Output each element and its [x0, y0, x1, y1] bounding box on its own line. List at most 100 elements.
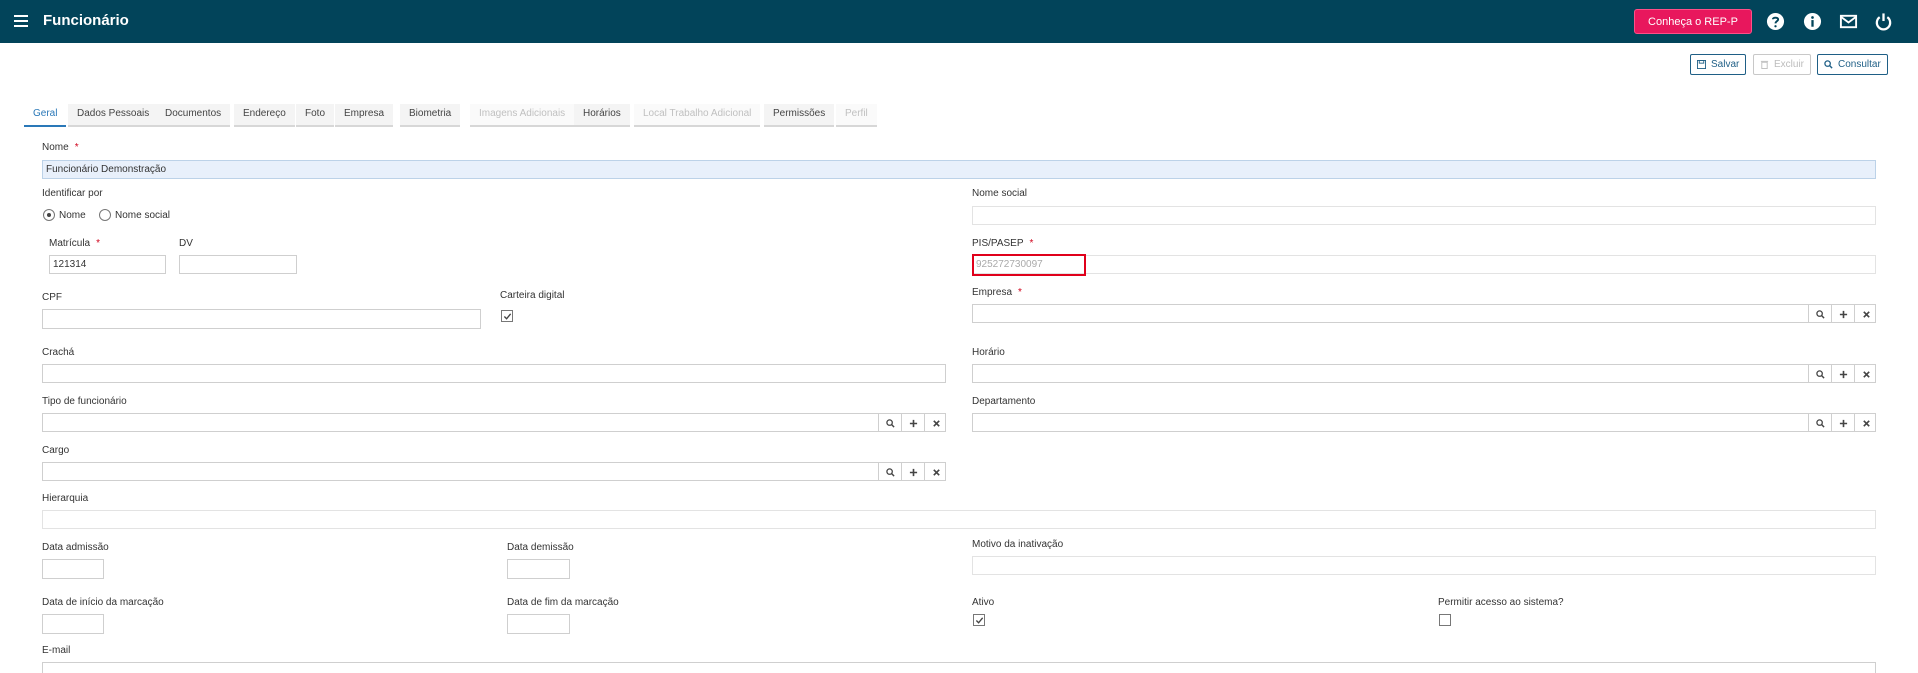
- delete-button-label: Excluir: [1774, 59, 1805, 70]
- horario-clear-button[interactable]: [1854, 365, 1875, 382]
- plus-icon: [1839, 370, 1848, 379]
- tab-geral[interactable]: Geral: [24, 104, 67, 127]
- data-demissao-label: Data demissão: [507, 542, 574, 553]
- nome-label: Nome *: [42, 142, 79, 153]
- close-icon: [933, 420, 940, 427]
- data-inicio-marcacao-field[interactable]: [42, 614, 104, 634]
- departamento-label: Departamento: [972, 396, 1036, 407]
- empresa-clear-button[interactable]: [1854, 305, 1875, 322]
- tab-perfil: Perfil: [836, 104, 877, 127]
- cargo-search-button[interactable]: [878, 463, 901, 480]
- data-fim-marcacao-label: Data de fim da marcação: [507, 597, 619, 608]
- departamento-clear-button[interactable]: [1854, 414, 1875, 431]
- check-icon: [503, 313, 512, 320]
- pis-pasep-field[interactable]: 925272730097: [972, 255, 1876, 274]
- close-icon: [933, 469, 940, 476]
- empresa-search-button[interactable]: [1808, 305, 1831, 322]
- tab-horarios[interactable]: Horários: [574, 104, 630, 127]
- cracha-field[interactable]: [42, 364, 946, 383]
- tipo-funcionario-search-button[interactable]: [878, 414, 901, 431]
- power-icon[interactable]: [1874, 12, 1893, 31]
- tab-empresa[interactable]: Empresa: [335, 104, 394, 127]
- search-icon: [886, 419, 895, 428]
- cpf-field[interactable]: [42, 309, 481, 329]
- horario-search-button[interactable]: [1808, 365, 1831, 382]
- matricula-label: Matrícula *: [49, 238, 101, 249]
- check-icon: [975, 617, 984, 624]
- tab-biometria[interactable]: Biometria: [400, 104, 461, 127]
- cracha-label: Crachá: [42, 347, 75, 358]
- radio-nome-label: Nome: [59, 210, 86, 221]
- page-title: Funcionário: [43, 12, 129, 29]
- info-icon[interactable]: [1803, 12, 1822, 31]
- ativo-checkbox[interactable]: [973, 614, 985, 626]
- menu-icon[interactable]: [14, 15, 28, 27]
- plus-icon: [1839, 310, 1848, 319]
- rep-p-button[interactable]: Conheça o REP-P: [1634, 9, 1752, 34]
- tipo-funcionario-field[interactable]: [42, 413, 946, 432]
- nome-social-label: Nome social: [972, 188, 1028, 199]
- cargo-label: Cargo: [42, 445, 70, 456]
- tab-dados-pessoais[interactable]: Dados Pessoais: [68, 104, 159, 127]
- empresa-field[interactable]: [972, 304, 1876, 323]
- nome-field[interactable]: Funcionário Demonstração: [42, 160, 1876, 179]
- radio-nome[interactable]: [43, 209, 55, 221]
- top-bar: Funcionário Conheça o REP-P: [0, 0, 1918, 43]
- email-field[interactable]: [42, 662, 1876, 673]
- tab-endereco[interactable]: Endereço: [234, 104, 295, 127]
- tab-permissoes[interactable]: Permissões: [764, 104, 835, 127]
- tipo-funcionario-add-button[interactable]: [901, 414, 924, 431]
- data-demissao-field[interactable]: [507, 559, 570, 579]
- data-inicio-marcacao-label: Data de início da marcação: [42, 597, 164, 608]
- tipo-funcionario-label: Tipo de funcionário: [42, 396, 127, 407]
- horario-label: Horário: [972, 347, 1005, 358]
- cargo-add-button[interactable]: [901, 463, 924, 480]
- mail-icon[interactable]: [1839, 12, 1858, 31]
- search-icon: [1816, 370, 1825, 379]
- empresa-add-button[interactable]: [1831, 305, 1854, 322]
- departamento-field[interactable]: [972, 413, 1876, 432]
- cargo-field[interactable]: [42, 462, 946, 481]
- help-icon[interactable]: [1766, 12, 1785, 31]
- save-icon: [1697, 60, 1706, 69]
- carteira-digital-label: Carteira digital: [500, 290, 565, 301]
- matricula-field[interactable]: 121314: [49, 255, 166, 274]
- close-icon: [1863, 371, 1870, 378]
- search-icon: [1816, 419, 1825, 428]
- permitir-acesso-checkbox[interactable]: [1439, 614, 1451, 626]
- data-fim-marcacao-field[interactable]: [507, 614, 570, 634]
- tab-documentos[interactable]: Documentos: [156, 104, 231, 127]
- save-button-label: Salvar: [1711, 59, 1740, 70]
- hierarquia-label: Hierarquia: [42, 493, 89, 504]
- motivo-inativacao-field[interactable]: [972, 556, 1876, 575]
- dv-field[interactable]: [179, 255, 297, 274]
- identificar-por-label: Identificar por: [42, 188, 103, 199]
- trash-icon: [1760, 60, 1769, 69]
- carteira-digital-checkbox[interactable]: [501, 310, 513, 322]
- horario-field[interactable]: [972, 364, 1876, 383]
- horario-add-button[interactable]: [1831, 365, 1854, 382]
- data-admissao-field[interactable]: [42, 559, 104, 579]
- cargo-clear-button[interactable]: [924, 463, 945, 480]
- ativo-label: Ativo: [972, 597, 995, 608]
- radio-nome-social[interactable]: [99, 209, 111, 221]
- delete-button[interactable]: Excluir: [1753, 54, 1812, 75]
- tab-foto[interactable]: Foto: [296, 104, 335, 127]
- plus-icon: [909, 419, 918, 428]
- radio-nome-social-label: Nome social: [115, 210, 171, 221]
- departamento-search-button[interactable]: [1808, 414, 1831, 431]
- motivo-inativacao-label: Motivo da inativação: [972, 539, 1064, 550]
- cpf-label: CPF: [42, 292, 62, 303]
- empresa-label: Empresa *: [972, 287, 1022, 298]
- pis-pasep-highlight: [972, 254, 1086, 276]
- email-label: E-mail: [42, 645, 71, 656]
- departamento-add-button[interactable]: [1831, 414, 1854, 431]
- close-icon: [1863, 420, 1870, 427]
- hierarquia-field[interactable]: [42, 510, 1876, 529]
- search-icon: [886, 468, 895, 477]
- tipo-funcionario-clear-button[interactable]: [924, 414, 945, 431]
- save-button[interactable]: Salvar: [1690, 54, 1747, 75]
- search-icon: [1816, 310, 1825, 319]
- search-button[interactable]: Consultar: [1817, 54, 1888, 75]
- nome-social-field[interactable]: [972, 206, 1876, 225]
